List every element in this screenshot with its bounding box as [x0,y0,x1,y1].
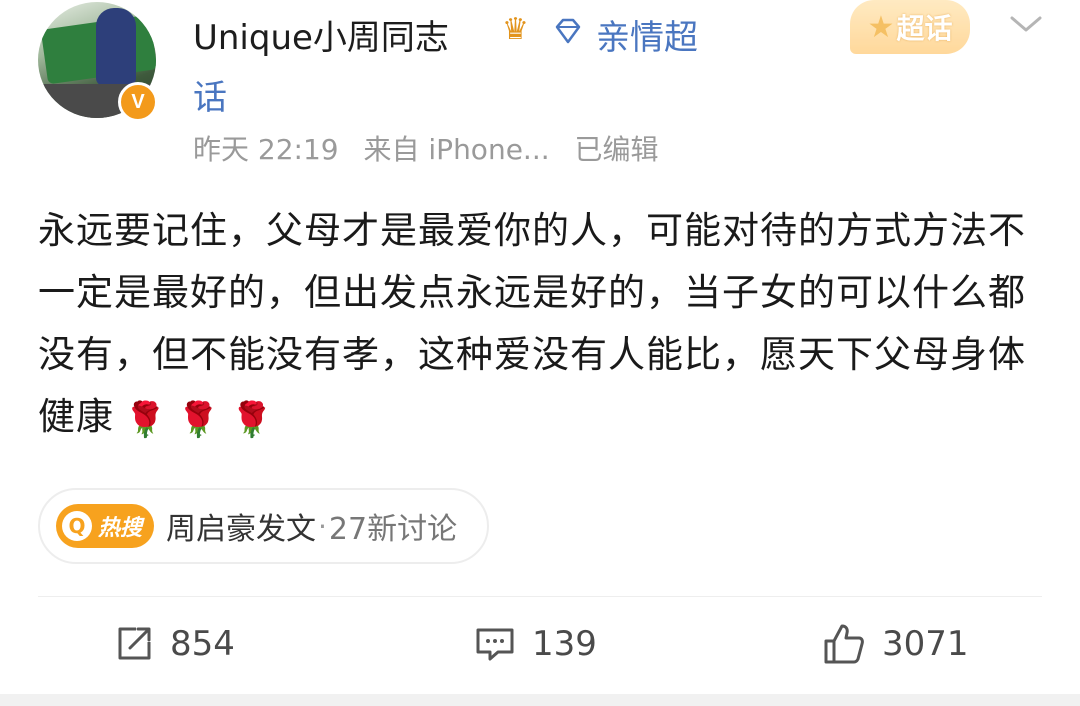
comment-icon [476,628,514,661]
hot-separator: · [318,509,327,543]
repost-count: 854 [170,624,235,664]
repost-button[interactable]: 854 [114,620,235,668]
avatar-scene-person [96,8,136,86]
post-meta: 昨天 22:19 来自 iPhone... 已编辑 [193,128,675,168]
rose-icon: 🌹 [230,400,275,440]
post-timestamp: 昨天 22:19 [193,133,339,166]
hot-search-badge: Q 热搜 [56,504,155,548]
hot-topic: 周启豪发文 [166,512,317,547]
hot-badge-label: 热搜 [98,516,143,541]
search-icon: Q [62,511,92,541]
chevron-down-icon[interactable] [1008,12,1044,36]
supertopic-label: 超话 [896,12,953,45]
fan-group-link[interactable]: 亲情超 [596,10,698,59]
divider [38,596,1042,597]
star-icon: ★ [867,9,895,45]
crown-icon: ♛ [502,12,529,47]
comment-count: 139 [532,624,597,664]
hot-discussion-count: 27新讨论 [328,512,458,547]
fan-group-link-continued[interactable]: 话 [193,70,227,119]
like-icon [824,624,864,664]
repost-icon [118,627,151,660]
bottom-bar [0,694,1080,706]
supertopic-badge[interactable]: ★ 超话 [850,0,970,54]
post-edited[interactable]: 已编辑 [575,133,659,166]
post-source[interactable]: 来自 iPhone... [364,133,550,166]
rose-icon: 🌹 [124,400,168,440]
diamond-icon [555,18,581,44]
like-button[interactable]: 3071 [822,620,969,668]
post-content: 永远要记住，父母才是最爱你的人，可能对待的方式方法不一定是最好的，但出发点永远是… [38,200,1038,451]
comment-button[interactable]: 139 [474,620,597,668]
rose-icon: 🌹 [177,400,221,440]
like-count: 3071 [882,624,969,664]
username[interactable]: Unique小周同志 [193,10,449,59]
hot-search-tag[interactable]: Q 热搜 周启豪发文 · 27新讨论 [38,488,490,564]
verified-badge: V [118,82,158,122]
